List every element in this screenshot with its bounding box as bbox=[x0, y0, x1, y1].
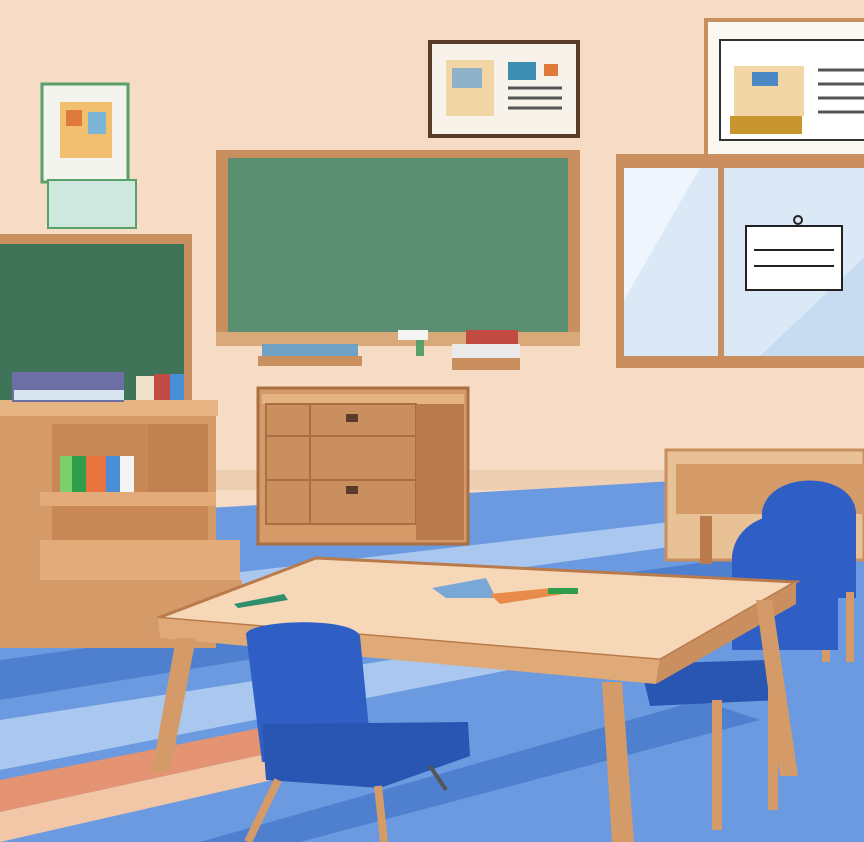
drawer-cabinet bbox=[256, 386, 470, 546]
framed-picture-center bbox=[428, 40, 580, 138]
framed-picture-small bbox=[40, 82, 137, 229]
center-chalkboard bbox=[216, 150, 580, 370]
framed-picture-right bbox=[704, 18, 864, 158]
classroom-scene bbox=[0, 0, 864, 842]
window bbox=[616, 154, 864, 368]
